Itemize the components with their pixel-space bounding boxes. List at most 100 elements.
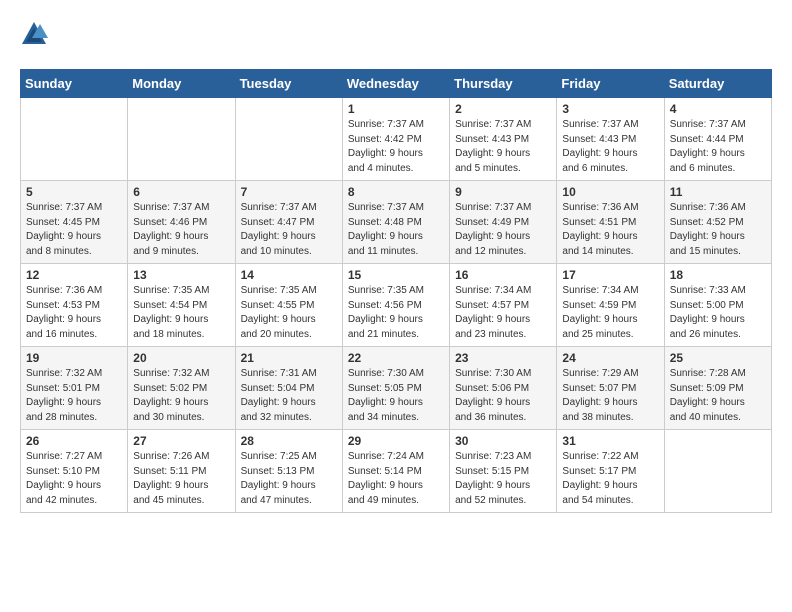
table-row: 23 Sunrise: 7:30 AM Sunset: 5:06 PM Dayli…: [450, 347, 557, 430]
day-info: Sunrise: 7:36 AM Sunset: 4:53 PM Dayligh…: [26, 284, 122, 342]
table-row: 14 Sunrise: 7:35 AM Sunset: 4:55 PM Dayli…: [235, 264, 342, 347]
day-info: Sunrise: 7:37 AM Sunset: 4:44 PM Dayligh…: [670, 118, 766, 176]
day-info: Sunrise: 7:37 AM Sunset: 4:47 PM Dayligh…: [241, 201, 337, 259]
table-row: 5 Sunrise: 7:37 AM Sunset: 4:45 PM Daylig…: [21, 181, 128, 264]
day-info: Sunrise: 7:37 AM Sunset: 4:46 PM Dayligh…: [133, 201, 229, 259]
day-number: 21: [241, 351, 337, 365]
day-info: Sunrise: 7:22 AM Sunset: 5:17 PM Dayligh…: [562, 450, 658, 508]
day-info: Sunrise: 7:26 AM Sunset: 5:11 PM Dayligh…: [133, 450, 229, 508]
table-row: 16 Sunrise: 7:34 AM Sunset: 4:57 PM Dayli…: [450, 264, 557, 347]
day-number: 25: [670, 351, 766, 365]
day-number: 27: [133, 434, 229, 448]
day-info: Sunrise: 7:37 AM Sunset: 4:45 PM Dayligh…: [26, 201, 122, 259]
table-row: [21, 98, 128, 181]
day-number: 7: [241, 185, 337, 199]
calendar-table: SundayMondayTuesdayWednesdayThursdayFrid…: [20, 69, 772, 513]
header-thursday: Thursday: [450, 70, 557, 98]
table-row: 1 Sunrise: 7:37 AM Sunset: 4:42 PM Daylig…: [342, 98, 449, 181]
day-info: Sunrise: 7:31 AM Sunset: 5:04 PM Dayligh…: [241, 367, 337, 425]
day-info: Sunrise: 7:27 AM Sunset: 5:10 PM Dayligh…: [26, 450, 122, 508]
week-row-5: 26Sunrise: 7:27 AM Sunset: 5:10 PM Dayli…: [21, 430, 772, 513]
day-number: 9: [455, 185, 551, 199]
day-number: 22: [348, 351, 444, 365]
table-row: [235, 98, 342, 181]
day-number: 18: [670, 268, 766, 282]
table-row: [664, 430, 771, 513]
day-number: 4: [670, 102, 766, 116]
table-row: [128, 98, 235, 181]
day-number: 11: [670, 185, 766, 199]
table-row: 19Sunrise: 7:32 AM Sunset: 5:01 PM Dayli…: [21, 347, 128, 430]
day-info: Sunrise: 7:36 AM Sunset: 4:51 PM Dayligh…: [562, 201, 658, 259]
table-row: 25Sunrise: 7:28 AM Sunset: 5:09 PM Dayli…: [664, 347, 771, 430]
day-info: Sunrise: 7:30 AM Sunset: 5:06 PM Dayligh…: [455, 367, 551, 425]
day-info: Sunrise: 7:37 AM Sunset: 4:43 PM Dayligh…: [455, 118, 551, 176]
header-tuesday: Tuesday: [235, 70, 342, 98]
day-info: Sunrise: 7:32 AM Sunset: 5:02 PM Dayligh…: [133, 367, 229, 425]
table-row: 2 Sunrise: 7:37 AM Sunset: 4:43 PM Daylig…: [450, 98, 557, 181]
logo-icon: [20, 20, 48, 53]
table-row: 3 Sunrise: 7:37 AM Sunset: 4:43 PM Daylig…: [557, 98, 664, 181]
table-row: 8Sunrise: 7:37 AM Sunset: 4:48 PM Daylig…: [342, 181, 449, 264]
day-info: Sunrise: 7:37 AM Sunset: 4:42 PM Dayligh…: [348, 118, 444, 176]
day-info: Sunrise: 7:37 AM Sunset: 4:49 PM Dayligh…: [455, 201, 551, 259]
day-info: Sunrise: 7:29 AM Sunset: 5:07 PM Dayligh…: [562, 367, 658, 425]
table-row: 18 Sunrise: 7:33 AM Sunset: 5:00 PM Dayli…: [664, 264, 771, 347]
table-row: 30Sunrise: 7:23 AM Sunset: 5:15 PM Dayli…: [450, 430, 557, 513]
table-row: 31 Sunrise: 7:22 AM Sunset: 5:17 PM Dayli…: [557, 430, 664, 513]
table-row: 26Sunrise: 7:27 AM Sunset: 5:10 PM Dayli…: [21, 430, 128, 513]
day-number: 17: [562, 268, 658, 282]
day-info: Sunrise: 7:35 AM Sunset: 4:56 PM Dayligh…: [348, 284, 444, 342]
table-row: 7 Sunrise: 7:37 AM Sunset: 4:47 PM Daylig…: [235, 181, 342, 264]
day-info: Sunrise: 7:33 AM Sunset: 5:00 PM Dayligh…: [670, 284, 766, 342]
day-number: 3: [562, 102, 658, 116]
day-info: Sunrise: 7:34 AM Sunset: 4:59 PM Dayligh…: [562, 284, 658, 342]
weekday-header-row: SundayMondayTuesdayWednesdayThursdayFrid…: [21, 70, 772, 98]
week-row-3: 12 Sunrise: 7:36 AM Sunset: 4:53 PM Dayli…: [21, 264, 772, 347]
day-info: Sunrise: 7:35 AM Sunset: 4:55 PM Dayligh…: [241, 284, 337, 342]
header-monday: Monday: [128, 70, 235, 98]
day-info: Sunrise: 7:34 AM Sunset: 4:57 PM Dayligh…: [455, 284, 551, 342]
table-row: 21 Sunrise: 7:31 AM Sunset: 5:04 PM Dayli…: [235, 347, 342, 430]
day-number: 23: [455, 351, 551, 365]
day-number: 13: [133, 268, 229, 282]
table-row: 6 Sunrise: 7:37 AM Sunset: 4:46 PM Daylig…: [128, 181, 235, 264]
header-wednesday: Wednesday: [342, 70, 449, 98]
table-row: 11 Sunrise: 7:36 AM Sunset: 4:52 PM Dayli…: [664, 181, 771, 264]
day-info: Sunrise: 7:25 AM Sunset: 5:13 PM Dayligh…: [241, 450, 337, 508]
day-number: 20: [133, 351, 229, 365]
day-info: Sunrise: 7:36 AM Sunset: 4:52 PM Dayligh…: [670, 201, 766, 259]
day-number: 8: [348, 185, 444, 199]
week-row-1: 1 Sunrise: 7:37 AM Sunset: 4:42 PM Daylig…: [21, 98, 772, 181]
day-number: 5: [26, 185, 122, 199]
table-row: 12 Sunrise: 7:36 AM Sunset: 4:53 PM Dayli…: [21, 264, 128, 347]
table-row: 9 Sunrise: 7:37 AM Sunset: 4:49 PM Daylig…: [450, 181, 557, 264]
day-number: 12: [26, 268, 122, 282]
day-number: 14: [241, 268, 337, 282]
day-number: 6: [133, 185, 229, 199]
table-row: 28 Sunrise: 7:25 AM Sunset: 5:13 PM Dayli…: [235, 430, 342, 513]
day-number: 28: [241, 434, 337, 448]
day-number: 15: [348, 268, 444, 282]
table-row: 22 Sunrise: 7:30 AM Sunset: 5:05 PM Dayli…: [342, 347, 449, 430]
day-number: 1: [348, 102, 444, 116]
table-row: 27 Sunrise: 7:26 AM Sunset: 5:11 PM Dayli…: [128, 430, 235, 513]
day-number: 24: [562, 351, 658, 365]
table-row: 20 Sunrise: 7:32 AM Sunset: 5:02 PM Dayli…: [128, 347, 235, 430]
page-header: [20, 20, 772, 53]
day-number: 16: [455, 268, 551, 282]
week-row-2: 5 Sunrise: 7:37 AM Sunset: 4:45 PM Daylig…: [21, 181, 772, 264]
logo: [20, 20, 52, 53]
day-number: 10: [562, 185, 658, 199]
day-number: 2: [455, 102, 551, 116]
table-row: 4 Sunrise: 7:37 AM Sunset: 4:44 PM Daylig…: [664, 98, 771, 181]
header-sunday: Sunday: [21, 70, 128, 98]
table-row: 10 Sunrise: 7:36 AM Sunset: 4:51 PM Dayli…: [557, 181, 664, 264]
day-info: Sunrise: 7:37 AM Sunset: 4:43 PM Dayligh…: [562, 118, 658, 176]
header-friday: Friday: [557, 70, 664, 98]
day-number: 19: [26, 351, 122, 365]
day-number: 31: [562, 434, 658, 448]
day-info: Sunrise: 7:30 AM Sunset: 5:05 PM Dayligh…: [348, 367, 444, 425]
table-row: 15 Sunrise: 7:35 AM Sunset: 4:56 PM Dayli…: [342, 264, 449, 347]
day-info: Sunrise: 7:24 AM Sunset: 5:14 PM Dayligh…: [348, 450, 444, 508]
